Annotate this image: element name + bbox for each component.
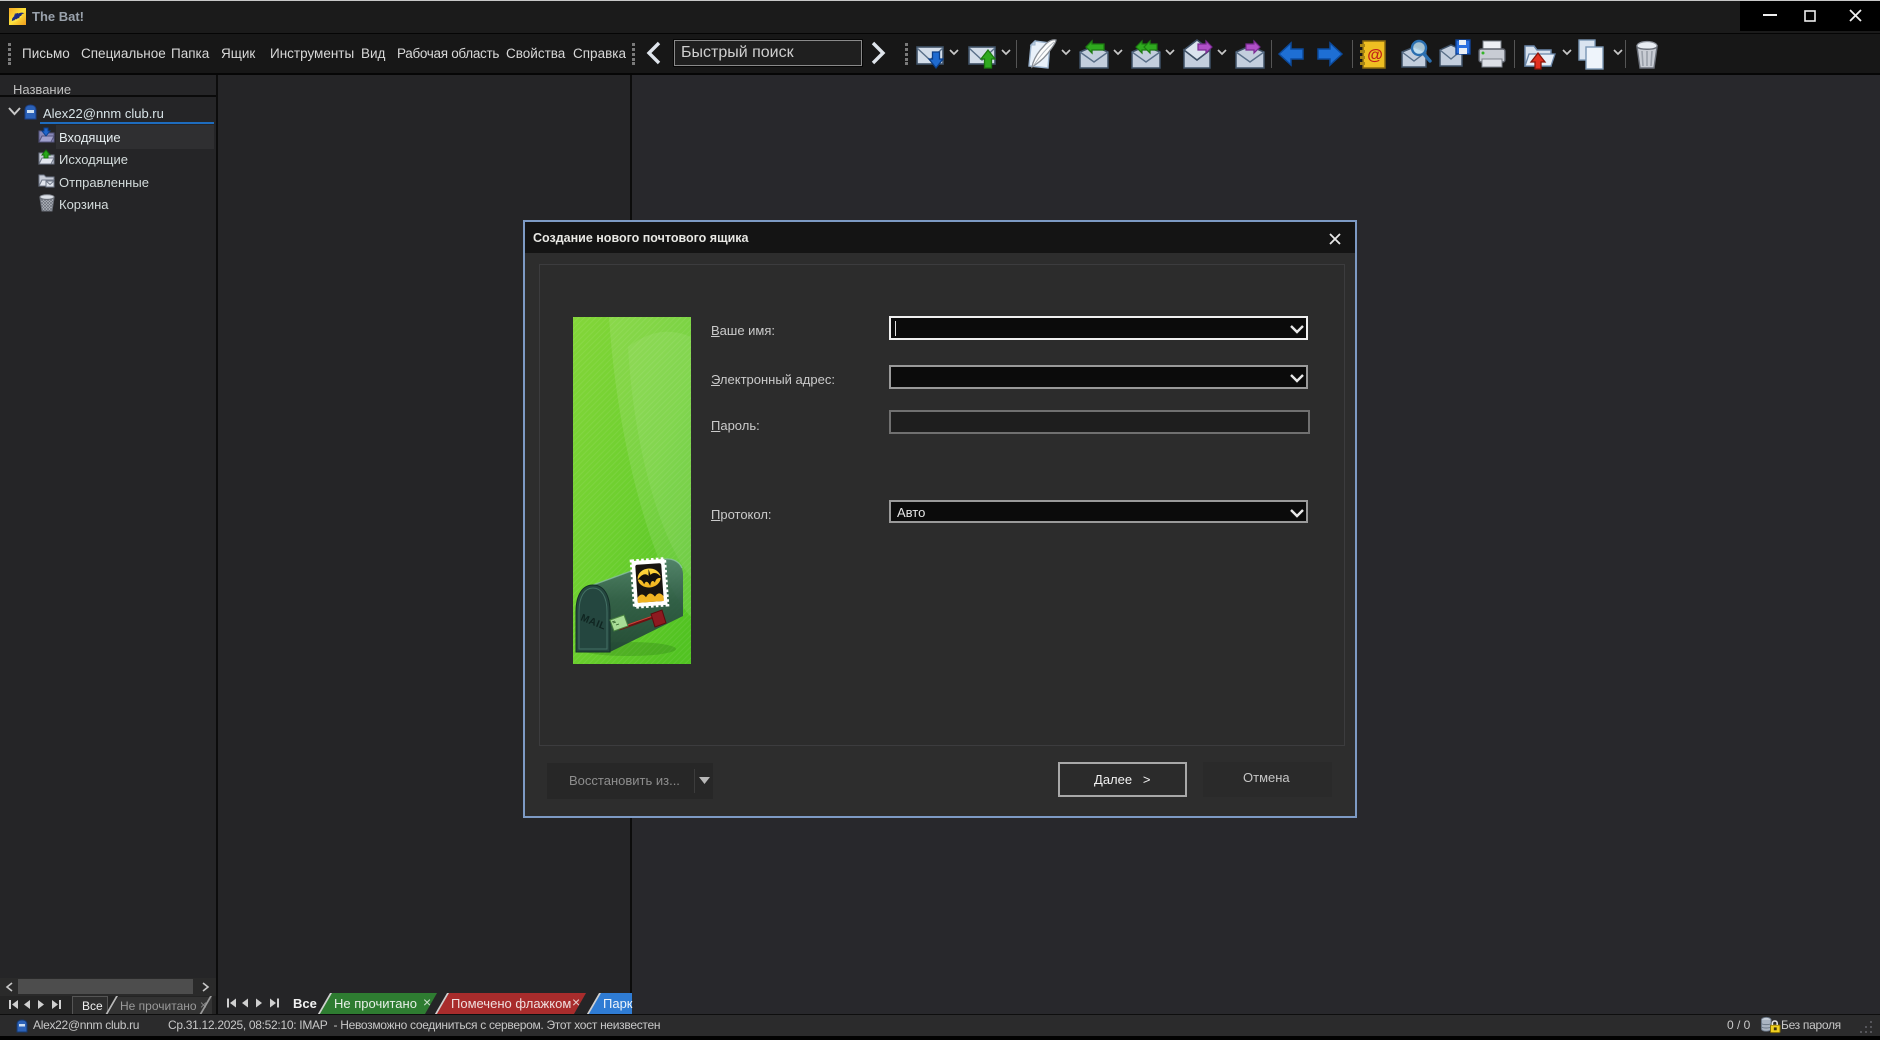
svg-text:@: @: [1367, 47, 1383, 64]
